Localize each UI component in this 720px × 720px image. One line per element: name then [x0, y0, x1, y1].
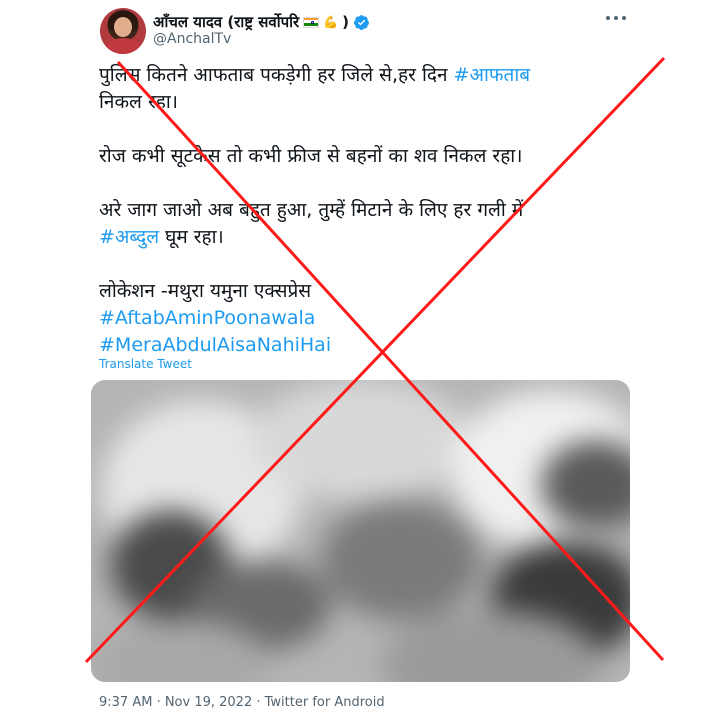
tweet-line: #अब्दुल घूम रहा।: [99, 224, 629, 251]
tweet-card: आँचल यादव (राष्ट्र सर्वोपरि 💪 ) @AnchalT…: [0, 0, 720, 720]
tweet-paragraph: पुलिस कितने आफताब पकड़ेगी हर जिले से,हर …: [99, 62, 629, 116]
translate-tweet-link[interactable]: Translate Tweet: [99, 357, 192, 371]
tweet-media-blurred-image[interactable]: [91, 380, 630, 682]
tweet-text-segment: पुलिस कितने आफताब पकड़ेगी हर जिले से,हर …: [99, 64, 454, 86]
india-flag-icon: [303, 16, 320, 28]
hashtag-link[interactable]: #अब्दुल: [99, 226, 159, 248]
tweet-line: #AftabAminPoonawala: [99, 305, 629, 332]
tweet-text-segment: रोज कभी सूटकेस तो कभी फ्रीज से बहनों का …: [99, 145, 523, 167]
tweet-line: अरे जाग जाओ अब बहुत हुआ, तुम्हें मिटाने …: [99, 197, 629, 224]
tweet-paragraph: रोज कभी सूटकेस तो कभी फ्रीज से बहनों का …: [99, 143, 629, 170]
tweet-line: लोकेशन -मथुरा यमुना एक्सप्रेस: [99, 278, 629, 305]
tweet-text-segment: घूम रहा।: [159, 226, 224, 248]
author-handle[interactable]: @AnchalTv: [153, 31, 231, 47]
tweet-paragraph: अरे जाग जाओ अब बहुत हुआ, तुम्हें मिटाने …: [99, 197, 629, 251]
tweet-text-segment: लोकेशन -मथुरा यमुना एक्सप्रेस: [99, 280, 312, 302]
avatar[interactable]: [100, 8, 146, 54]
author-name-suffix: ): [342, 13, 349, 31]
tweet-text: पुलिस कितने आफताब पकड़ेगी हर जिले से,हर …: [99, 62, 629, 359]
more-options-icon[interactable]: [606, 12, 626, 24]
tweet-line: #MeraAbdulAisaNahiHai: [99, 332, 629, 359]
verified-badge-icon: [353, 14, 369, 30]
hashtag-link[interactable]: #AftabAminPoonawala: [99, 307, 315, 329]
tweet-paragraph: लोकेशन -मथुरा यमुना एक्सप्रेस #AftabAminP…: [99, 278, 629, 359]
tweet-line: निकल रहा।: [99, 89, 629, 116]
hashtag-link[interactable]: #MeraAbdulAisaNahiHai: [99, 334, 331, 356]
tweet-line: पुलिस कितने आफताब पकड़ेगी हर जिले से,हर …: [99, 62, 629, 89]
tweet-text-segment: अरे जाग जाओ अब बहुत हुआ, तुम्हें मिटाने …: [99, 199, 524, 221]
tweet-line: रोज कभी सूटकेस तो कभी फ्रीज से बहनों का …: [99, 143, 629, 170]
author-name[interactable]: आँचल यादव (राष्ट्र सर्वोपरि 💪 ): [153, 12, 370, 32]
hashtag-link[interactable]: #आफताब: [454, 64, 531, 86]
tweet-timestamp[interactable]: 9:37 AM · Nov 19, 2022 · Twitter for And…: [99, 695, 385, 710]
flexed-biceps-icon: 💪: [323, 15, 339, 29]
author-name-text: आँचल यादव (राष्ट्र सर्वोपरि: [153, 13, 300, 31]
tweet-text-segment: निकल रहा।: [99, 91, 178, 113]
